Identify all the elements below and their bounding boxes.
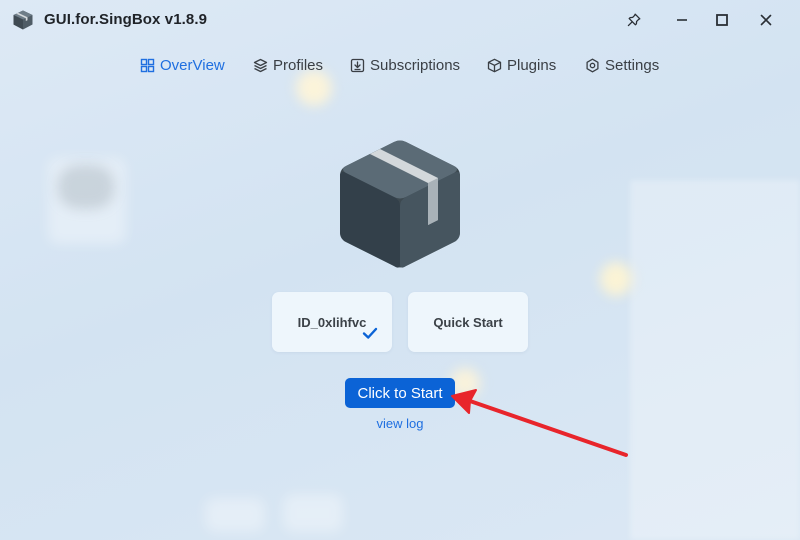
nav-item-label: OverView (160, 56, 225, 74)
background-window-ghost (630, 180, 800, 540)
pin-button[interactable] (619, 5, 649, 35)
close-icon (760, 14, 772, 26)
nav-item-label: Subscriptions (370, 56, 461, 74)
close-button[interactable] (751, 5, 781, 35)
background-icon-ghost (48, 158, 126, 244)
checkmark-icon (362, 327, 378, 339)
main-nav: OverView Profiles Subscriptions Plugins … (0, 50, 800, 80)
background-icon-ghost (58, 165, 114, 209)
minimize-button[interactable] (667, 5, 697, 35)
profile-card-label: ID_0xlihfvc (297, 314, 367, 330)
nav-item-label: Plugins (507, 56, 557, 74)
background-icon-ghost (205, 498, 265, 532)
title-bar[interactable]: GUI.for.SingBox v1.8.9 (0, 0, 800, 40)
nav-item-profiles[interactable]: Profiles (253, 54, 323, 76)
app-logo-icon (13, 10, 33, 30)
box-icon (340, 140, 460, 268)
profile-card[interactable]: ID_0xlihfvc (272, 292, 392, 352)
maximize-button[interactable] (707, 5, 737, 35)
minimize-icon (677, 19, 687, 21)
overview-icon (140, 58, 155, 72)
cube-icon (487, 58, 502, 72)
maximize-icon (716, 14, 728, 26)
subscription-icon (350, 58, 365, 72)
quick-start-label: Quick Start (433, 314, 503, 330)
start-button[interactable]: Click to Start (345, 378, 455, 408)
background-light-ghost (600, 262, 632, 296)
pin-icon (627, 13, 641, 27)
nav-item-label: Settings (605, 56, 660, 74)
nav-item-overview[interactable]: OverView (140, 54, 225, 76)
window-title: GUI.for.SingBox v1.8.9 (44, 11, 208, 28)
nav-item-label: Profiles (273, 56, 324, 74)
annotation-arrow (451, 389, 628, 457)
nav-item-subscriptions[interactable]: Subscriptions (350, 54, 460, 76)
background-icon-ghost (283, 494, 343, 532)
quick-start-card[interactable]: Quick Start (408, 292, 528, 352)
nav-item-plugins[interactable]: Plugins (487, 54, 556, 76)
app-window: GUI.for.SingBox v1.8.9 OverView Profiles… (0, 0, 800, 540)
nav-item-settings[interactable]: Settings (585, 54, 659, 76)
gear-icon (586, 58, 599, 72)
layers-icon (253, 58, 268, 72)
view-log-link[interactable]: view log (345, 416, 455, 431)
